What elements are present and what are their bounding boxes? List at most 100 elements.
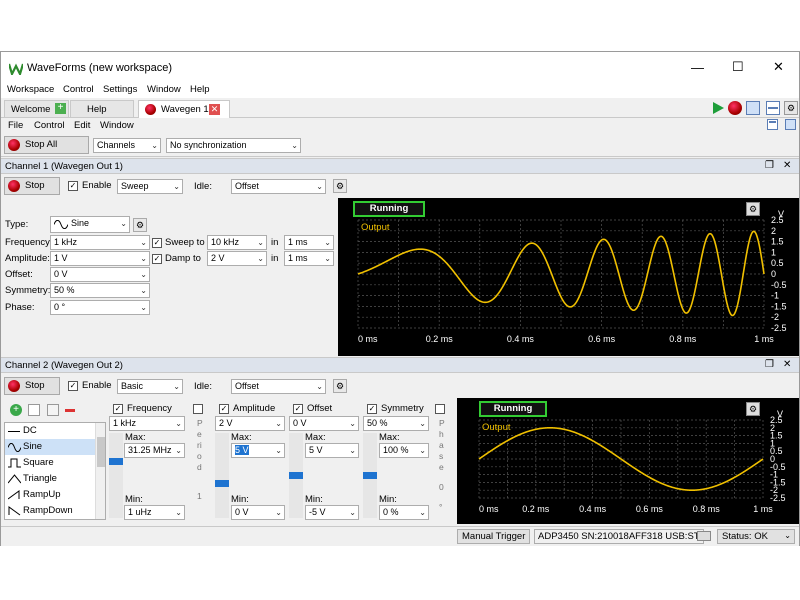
ch2-offset-slider[interactable] bbox=[289, 433, 303, 518]
ch2-symmetry-input[interactable]: 50 % ⌄ bbox=[363, 416, 429, 431]
ch2-symmetry-checkbox[interactable]: ✓ bbox=[367, 404, 377, 414]
ch2-amplitude-slider[interactable] bbox=[215, 433, 229, 518]
ch1-idle-select[interactable]: Offset ⌄ bbox=[231, 179, 326, 194]
ch2-amplitude-input[interactable]: 2 V ⌄ bbox=[215, 416, 285, 431]
ch1-phase-input[interactable]: 0 ° ⌄ bbox=[50, 300, 150, 315]
ch2-mode-select[interactable]: Basic ⌄ bbox=[117, 379, 183, 394]
ch1-sweep-checkbox[interactable]: ✓ bbox=[152, 238, 162, 248]
ch1-sweep-in-input[interactable]: 1 ms ⌄ bbox=[284, 235, 334, 250]
ch1-sweep-to-input[interactable]: 10 kHz ⌄ bbox=[207, 235, 267, 250]
menu-control[interactable]: Control bbox=[63, 84, 94, 95]
list-scrollbar[interactable] bbox=[95, 423, 105, 519]
ch2-idle-settings-icon[interactable]: ⚙ bbox=[333, 379, 347, 393]
close-panel-icon[interactable]: ✕ bbox=[783, 160, 791, 171]
ch1-stop-button[interactable]: Stop bbox=[4, 177, 60, 195]
ch2-amplitude-checkbox[interactable]: ✓ bbox=[219, 404, 229, 414]
close-panel-icon[interactable]: ✕ bbox=[783, 359, 791, 370]
ch1-enable-checkbox[interactable]: ✓ bbox=[68, 181, 78, 191]
ch2-amp-max-input[interactable]: 5 V ⌄ bbox=[231, 443, 285, 458]
tab-help[interactable]: Help bbox=[70, 100, 134, 117]
stop-icon[interactable] bbox=[728, 101, 742, 115]
ch1-type-select[interactable]: Sine ⌄ bbox=[50, 216, 130, 233]
ch1-damp-in-input[interactable]: 1 ms ⌄ bbox=[284, 251, 334, 266]
minimize-button[interactable]: — bbox=[691, 60, 704, 75]
ch2-stop-button[interactable]: Stop bbox=[4, 377, 60, 395]
run-icon[interactable] bbox=[711, 101, 725, 115]
ch2-amp-min-input[interactable]: 0 V ⌄ bbox=[231, 505, 285, 520]
ch1-idle-settings-icon[interactable]: ⚙ bbox=[333, 179, 347, 193]
ch2-symmetry-slider[interactable] bbox=[363, 433, 377, 518]
add-tab-icon[interactable]: + bbox=[55, 103, 66, 114]
tab-wavegen[interactable]: Wavegen 1 ✕ bbox=[138, 100, 230, 118]
close-button[interactable]: ✕ bbox=[773, 59, 784, 75]
restore-panel-icon[interactable]: ❐ bbox=[765, 160, 774, 171]
copy-waveform-icon[interactable] bbox=[28, 404, 40, 416]
submenu-control[interactable]: Control bbox=[34, 120, 65, 131]
ch1-type-settings-icon[interactable]: ⚙ bbox=[133, 218, 147, 232]
list-item-rampdown[interactable]: RampDown bbox=[5, 503, 105, 519]
ch2-period-checkbox[interactable] bbox=[193, 404, 203, 414]
ch1-frequency-input[interactable]: 1 kHz ⌄ bbox=[50, 235, 150, 250]
list-item-sine[interactable]: Sine bbox=[5, 439, 105, 455]
close-tab-icon[interactable]: ✕ bbox=[209, 104, 220, 115]
ch2-freq-max-input[interactable]: 31.25 MHz ⌄ bbox=[124, 443, 185, 458]
ch1-offset-input[interactable]: 0 V ⌄ bbox=[50, 267, 150, 282]
add-waveform-icon[interactable]: + bbox=[10, 404, 22, 416]
ch1-damp-checkbox[interactable]: ✓ bbox=[152, 254, 162, 264]
list-item-square[interactable]: Square bbox=[5, 455, 105, 471]
menu-help[interactable]: Help bbox=[190, 84, 210, 95]
ch2-phase-checkbox[interactable] bbox=[435, 404, 445, 414]
panel-layout-icon[interactable] bbox=[767, 119, 778, 130]
submenu-window[interactable]: Window bbox=[100, 120, 134, 131]
panel-dock-icon[interactable] bbox=[785, 119, 796, 130]
ch2-idle-select[interactable]: Offset ⌄ bbox=[231, 379, 326, 394]
ch2-offset-value: 0 V bbox=[293, 418, 307, 428]
status-button[interactable]: Status: OK ⌄ bbox=[717, 529, 795, 544]
tile-windows-icon[interactable] bbox=[766, 101, 780, 115]
ch2-plot-settings-icon[interactable]: ⚙ bbox=[746, 402, 760, 416]
submenu-edit[interactable]: Edit bbox=[74, 120, 90, 131]
ch2-sym-max-input[interactable]: 100 % ⌄ bbox=[379, 443, 429, 458]
ch2-frequency-slider[interactable] bbox=[109, 433, 123, 518]
ch1-damp-to-input[interactable]: 2 V ⌄ bbox=[207, 251, 267, 266]
channels-select[interactable]: Channels ⌄ bbox=[93, 138, 161, 153]
maximize-button[interactable]: ☐ bbox=[732, 59, 744, 75]
ch2-offset-checkbox[interactable]: ✓ bbox=[293, 404, 303, 414]
device-icon[interactable] bbox=[697, 531, 711, 541]
manual-trigger-button[interactable]: Manual Trigger bbox=[457, 529, 531, 544]
ch1-amplitude-input[interactable]: 1 V ⌄ bbox=[50, 251, 150, 266]
stop-all-button[interactable]: Stop All bbox=[4, 136, 89, 154]
remove-waveform-icon[interactable] bbox=[65, 409, 75, 412]
ch2-freq-min-input[interactable]: 1 uHz ⌄ bbox=[124, 505, 185, 520]
slider-thumb[interactable] bbox=[215, 480, 229, 487]
slider-thumb[interactable] bbox=[109, 458, 123, 465]
list-item-triangle[interactable]: Triangle bbox=[5, 471, 105, 487]
cascade-windows-icon[interactable] bbox=[746, 101, 760, 115]
edit-waveform-icon[interactable] bbox=[47, 404, 59, 416]
slider-thumb[interactable] bbox=[363, 472, 377, 479]
settings-icon[interactable]: ⚙ bbox=[784, 101, 798, 115]
ch1-mode-select[interactable]: Sweep ⌄ bbox=[117, 179, 183, 194]
ch2-frequency-input[interactable]: 1 kHz ⌄ bbox=[109, 416, 185, 431]
submenu-file[interactable]: File bbox=[8, 120, 23, 131]
ch2-enable-checkbox[interactable]: ✓ bbox=[68, 381, 78, 391]
tab-welcome[interactable]: Welcome + bbox=[4, 100, 69, 117]
chevron-down-icon: ⌄ bbox=[419, 508, 426, 517]
menu-settings[interactable]: Settings bbox=[103, 84, 137, 95]
ch1-symmetry-input[interactable]: 50 % ⌄ bbox=[50, 283, 150, 298]
restore-panel-icon[interactable]: ❐ bbox=[765, 359, 774, 370]
ch2-off-min-input[interactable]: -5 V ⌄ bbox=[305, 505, 359, 520]
menu-workspace[interactable]: Workspace bbox=[7, 84, 54, 95]
list-item-rampup[interactable]: RampUp bbox=[5, 487, 105, 503]
ch2-frequency-checkbox[interactable]: ✓ bbox=[113, 404, 123, 414]
sync-select[interactable]: No synchronization ⌄ bbox=[166, 138, 301, 153]
ch2-sym-min-input[interactable]: 0 % ⌄ bbox=[379, 505, 429, 520]
chevron-down-icon: ⌄ bbox=[140, 303, 147, 312]
ch2-off-max-input[interactable]: 5 V ⌄ bbox=[305, 443, 359, 458]
ch2-offset-input[interactable]: 0 V ⌄ bbox=[289, 416, 359, 431]
ch1-plot-settings-icon[interactable]: ⚙ bbox=[746, 202, 760, 216]
list-item-dc[interactable]: DC bbox=[5, 423, 105, 439]
x-tick-label: 0.6 ms bbox=[636, 504, 664, 514]
menu-window[interactable]: Window bbox=[147, 84, 181, 95]
slider-thumb[interactable] bbox=[289, 472, 303, 479]
